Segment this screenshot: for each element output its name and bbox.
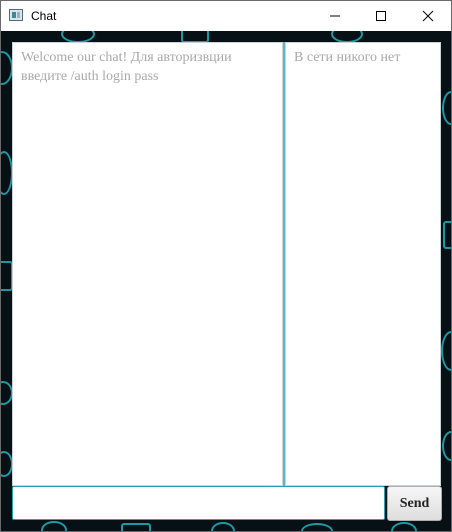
background-doodle <box>443 221 451 249</box>
chat-window: Chat Welcome our chat! Для авторизвции в… <box>0 0 452 532</box>
background-doodle <box>441 331 451 371</box>
minimize-button[interactable] <box>312 1 358 31</box>
message-input[interactable] <box>12 486 385 520</box>
background-doodle <box>211 522 235 531</box>
background-doodle <box>442 91 451 125</box>
chat-background: Welcome our chat! Для авторизвции введит… <box>1 31 451 531</box>
maximize-button[interactable] <box>358 1 404 31</box>
online-users-list[interactable]: В сети никого нет <box>285 42 441 486</box>
window-title: Chat <box>31 9 57 23</box>
background-doodle <box>41 521 67 531</box>
send-button[interactable]: Send <box>387 486 442 521</box>
maximize-icon <box>376 11 386 21</box>
minimize-icon <box>330 15 340 17</box>
online-users-text: В сети никого нет <box>294 50 401 65</box>
close-button[interactable] <box>405 1 451 31</box>
java-app-icon <box>9 9 23 21</box>
background-doodle <box>301 523 333 531</box>
close-icon <box>422 10 434 22</box>
background-doodle <box>391 522 417 531</box>
background-doodle <box>121 523 151 531</box>
background-doodle <box>442 431 451 461</box>
chat-messages-text: Welcome our chat! Для авторизвции введит… <box>21 50 232 84</box>
chat-messages-area[interactable]: Welcome our chat! Для авторизвции введит… <box>12 42 283 486</box>
title-bar[interactable]: Chat <box>1 1 451 31</box>
